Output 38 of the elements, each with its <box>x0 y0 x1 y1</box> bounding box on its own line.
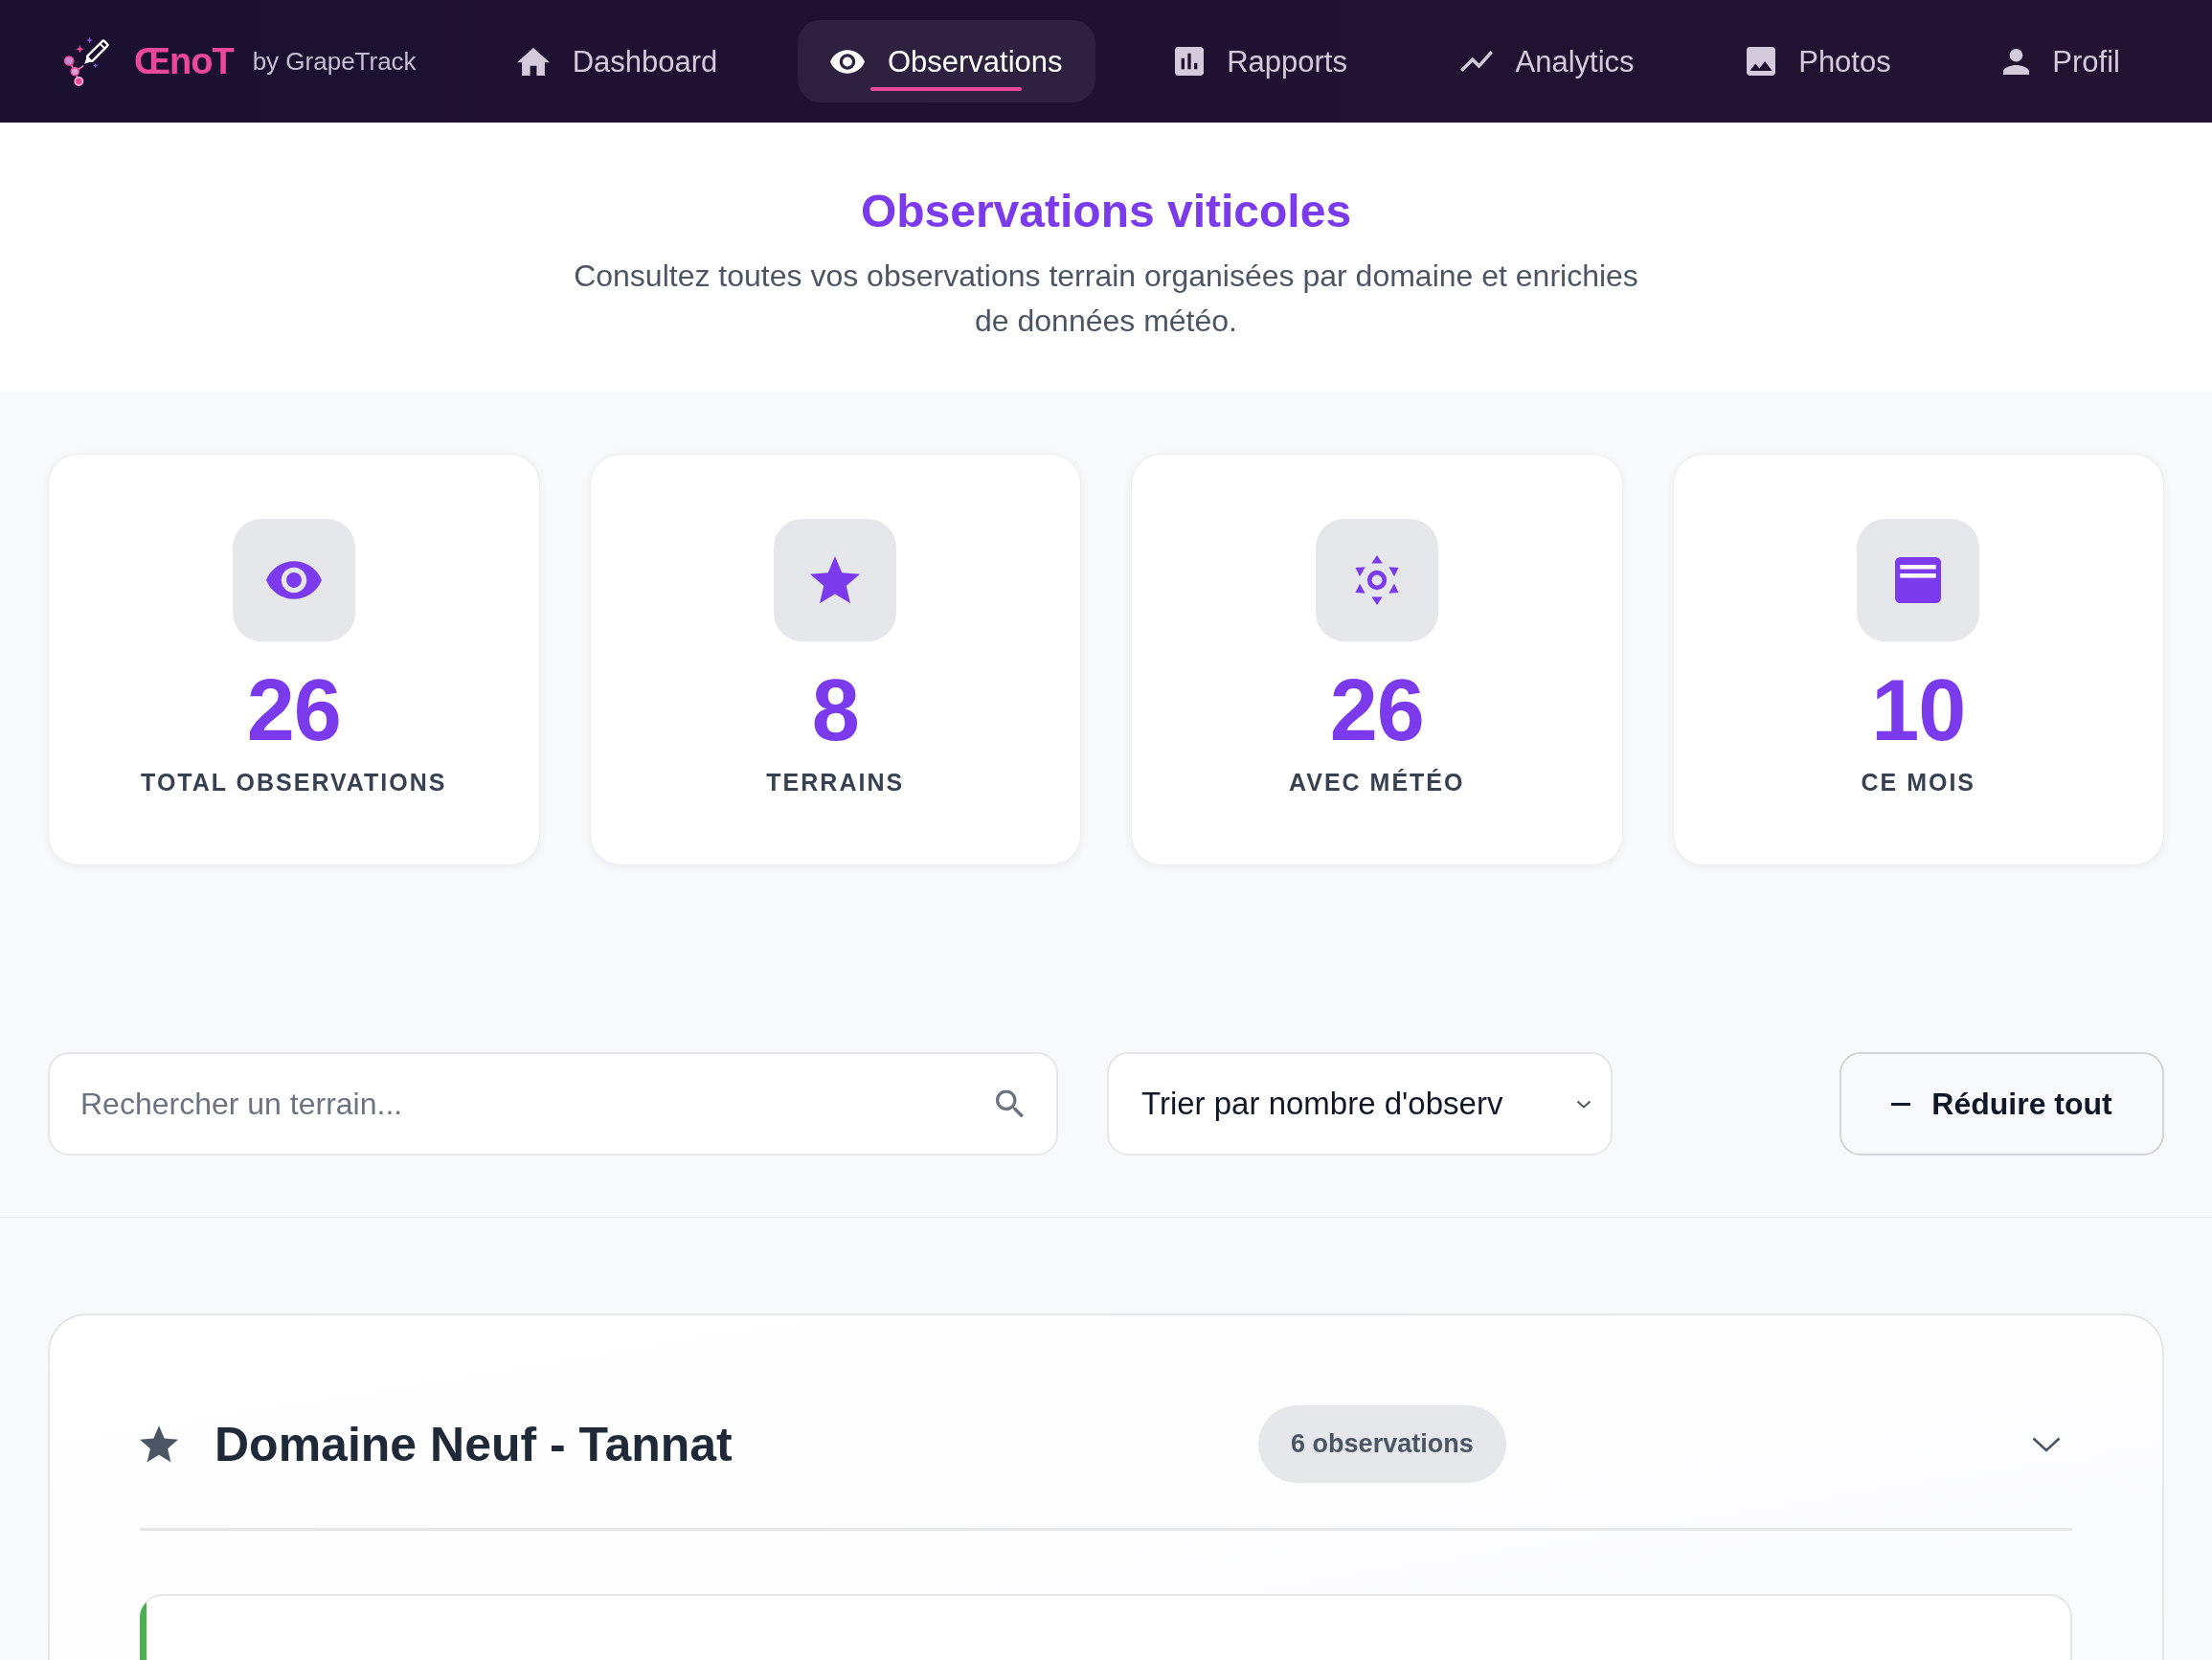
stat-label: TOTAL OBSERVATIONS <box>141 768 447 797</box>
eye-icon <box>829 49 865 74</box>
stat-value: 26 <box>246 667 341 753</box>
note-icon <box>1857 519 1980 641</box>
stat-value: 10 <box>1871 667 1966 753</box>
count-badge: 6 observations <box>1258 1405 1506 1483</box>
nav-tab[interactable]: Analytics <box>1427 20 1667 102</box>
chevron-down-icon <box>1576 1099 1591 1109</box>
sort-dropdown[interactable]: Trier par nombre d'observ <box>1107 1052 1613 1155</box>
collapse-all-button[interactable]: Réduire tout <box>1840 1052 2164 1155</box>
domain-title: Domaine Neuf - Tannat <box>214 1420 733 1469</box>
stat-label: TERRAINS <box>766 768 905 797</box>
brand-name: ŒnoT <box>134 43 234 79</box>
page-title: Observations viticoles <box>860 185 1352 238</box>
person-icon <box>2003 48 2030 75</box>
search-icon <box>996 1089 1024 1118</box>
nav-tab[interactable]: Observations <box>797 20 1095 102</box>
nav-tab[interactable]: Dashboard <box>484 20 751 102</box>
nav-tab[interactable]: Profil <box>1971 20 2153 102</box>
eye-icon <box>232 519 355 641</box>
nav-tab[interactable]: Rapports <box>1142 20 1380 102</box>
bar-chart-icon <box>1175 47 1205 76</box>
home-icon <box>516 47 550 76</box>
sun-icon <box>1315 519 1438 641</box>
line-chart-icon <box>1459 51 1493 72</box>
stat-label: AVEC MÉTÉO <box>1289 768 1465 797</box>
nav-tab[interactable]: Photos <box>1714 20 1924 102</box>
image-icon <box>1747 47 1776 76</box>
star-icon <box>140 1425 178 1463</box>
page-subtitle: Consultez toutes vos observations terrain organisées par domaine et enrichies de données météo. <box>573 258 1639 340</box>
brand-tagline: by GrapeTrack <box>252 49 417 74</box>
minus-icon <box>1891 1102 1911 1106</box>
pen-logo-icon <box>63 36 111 86</box>
stat-label: CE MOIS <box>1861 768 1976 797</box>
search-field[interactable]: Rechercher un terrain... <box>48 1052 1058 1155</box>
stat-value: 26 <box>1329 667 1424 753</box>
stat-value: 8 <box>811 667 859 753</box>
chevron-down-icon[interactable] <box>2032 1436 2061 1452</box>
